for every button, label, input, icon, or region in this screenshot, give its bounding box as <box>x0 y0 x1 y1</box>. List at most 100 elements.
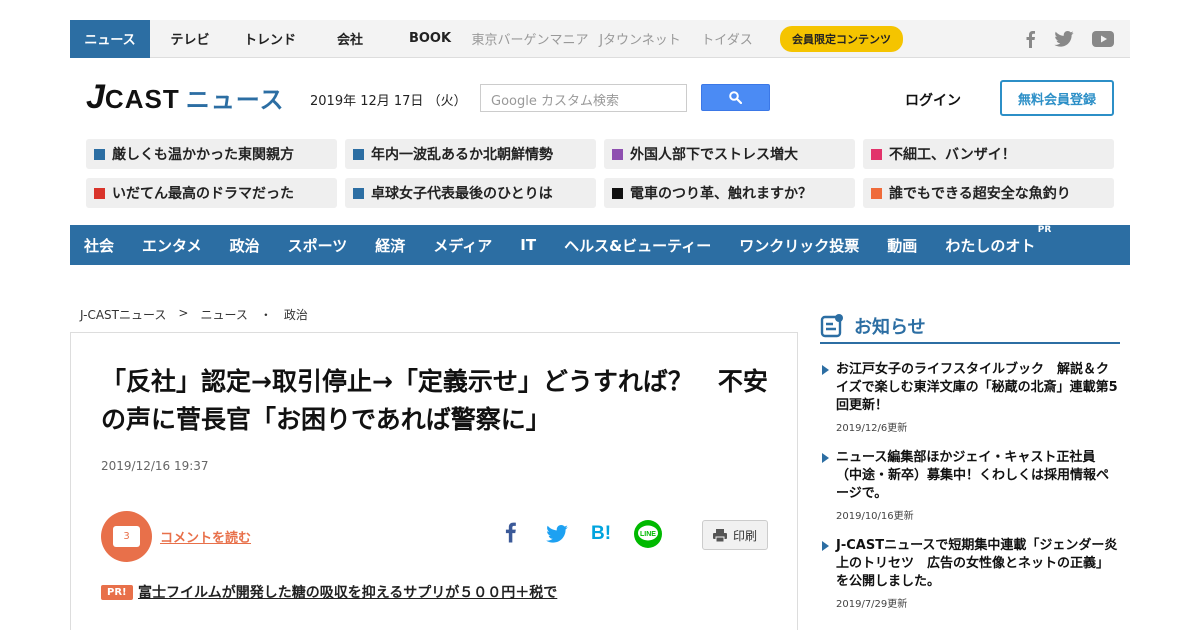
topic-label: 年内一波乱あるか北朝鮮情勢 <box>371 147 553 163</box>
article-headline: 「反社」認定→取引停止→「定義示せ」どうすれば？ 不安の声に菅長官「お困りであれ… <box>101 367 768 434</box>
topic-color-marker <box>94 187 105 199</box>
topic-item[interactable]: いだてん最高のドラマだった <box>86 178 337 208</box>
breadcrumb-separator: > <box>178 306 189 320</box>
arrow-icon <box>822 453 829 463</box>
topic-item[interactable]: 誰でもできる超安全な魚釣り <box>863 178 1114 208</box>
article-date: 2019/12/16 19:37 <box>101 459 209 473</box>
logo-news: ニュース <box>185 86 285 114</box>
breadcrumb-separator: ・ <box>259 308 272 322</box>
member-content-badge[interactable]: 会員限定コンテンツ <box>780 25 903 52</box>
trending-topics: 厳しくも温かかった東関親方 年内一波乱あるか北朝鮮情勢 外国人部下でストレス増大… <box>86 139 1114 208</box>
login-link[interactable]: ログイン <box>905 90 961 110</box>
search-input[interactable]: Google カスタム検索 <box>480 84 687 112</box>
comment-count: 3 <box>113 526 140 547</box>
nav-jtown[interactable]: Jタウンネット <box>590 20 690 58</box>
category-watashi-no-oto[interactable]: わたしのオト PR <box>945 225 1051 256</box>
topic-color-marker <box>871 187 882 199</box>
notice-item[interactable]: ニュース編集部ほかジェイ・キャスト正社員（中途・新卒）募集中！くわしくは採用情報… <box>820 449 1120 522</box>
social-links <box>1024 30 1114 48</box>
topic-color-marker <box>353 148 364 160</box>
notice-item[interactable]: J-CASTニュースで短期集中連載「ジェンダー炎上のトリセツ 広告の女性像とネッ… <box>820 537 1120 610</box>
category-entame[interactable]: エンタメ <box>142 235 202 256</box>
category-economy[interactable]: 経済 <box>375 235 405 256</box>
nav-toidas[interactable]: トイダス <box>690 20 764 58</box>
category-label: わたしのオト <box>945 236 1036 255</box>
category-it[interactable]: IT <box>520 236 536 254</box>
topic-item[interactable]: 厳しくも温かかった東関親方 <box>86 139 337 169</box>
search-button[interactable] <box>701 84 770 111</box>
printer-icon <box>712 528 727 542</box>
logo-cast: CAST <box>104 84 180 114</box>
comment-button[interactable]: 3 <box>101 511 152 562</box>
current-date: 2019年 12月 17日 （火） <box>310 94 467 109</box>
search-icon <box>729 91 742 104</box>
topic-item[interactable]: 不細工、バンザイ！ <box>863 139 1114 169</box>
category-video[interactable]: 動画 <box>887 235 917 256</box>
nav-company[interactable]: 会社 <box>310 20 390 58</box>
print-label: 印刷 <box>732 528 757 543</box>
topic-item[interactable]: 年内一波乱あるか北朝鮮情勢 <box>345 139 596 169</box>
twitter-share-icon[interactable] <box>546 525 568 543</box>
logo-j: J <box>86 78 105 116</box>
nav-news[interactable]: ニュース <box>70 19 150 58</box>
topic-item[interactable]: 電車のつり革、触れますか？ <box>604 178 855 208</box>
category-politics[interactable]: 政治 <box>230 235 260 256</box>
topic-color-marker <box>94 148 105 160</box>
youtube-icon[interactable] <box>1092 30 1114 47</box>
register-button[interactable]: 無料会員登録 <box>1000 80 1114 116</box>
breadcrumb: J-CASTニュース > ニュース ・ 政治 <box>80 306 308 323</box>
hatena-bookmark-icon[interactable]: B! <box>591 522 613 542</box>
svg-text:LINE: LINE <box>640 531 656 538</box>
notice-title: お知らせ <box>854 317 926 338</box>
print-button[interactable]: 印刷 <box>702 520 768 550</box>
topic-item[interactable]: 外国人部下でストレス増大 <box>604 139 855 169</box>
notice-text: ニュース編集部ほかジェイ・キャスト正社員（中途・新卒）募集中！くわしくは採用情報… <box>836 450 1110 501</box>
topic-label: 卓球女子代表最後のひとりは <box>371 186 553 202</box>
nav-tv[interactable]: テレビ <box>150 20 230 58</box>
category-nav: 社会 エンタメ 政治 スポーツ 経済 メディア IT ヘルス&ビューティー ワン… <box>70 225 1130 265</box>
line-share-icon[interactable]: LINE <box>633 519 663 549</box>
pr-marker: PR <box>1037 224 1052 235</box>
pr-ad-link[interactable]: 富士フイルムが開発した糖の吸収を抑えるサプリが５００円＋税で <box>138 582 557 602</box>
notice-date: 2019/7/29更新 <box>836 599 908 610</box>
category-health-beauty[interactable]: ヘルス&ビューティー <box>564 235 711 256</box>
nav-book[interactable]: BOOK <box>390 20 470 58</box>
topic-label: 外国人部下でストレス増大 <box>630 147 798 163</box>
category-one-click-vote[interactable]: ワンクリック投票 <box>739 235 859 256</box>
arrow-icon <box>822 541 829 551</box>
breadcrumb-news[interactable]: ニュース <box>200 306 247 323</box>
topic-color-marker <box>612 148 623 160</box>
topic-label: 誰でもできる超安全な魚釣り <box>889 186 1071 202</box>
topic-label: 電車のつり革、触れますか？ <box>630 186 812 202</box>
category-society[interactable]: 社会 <box>84 235 114 256</box>
breadcrumb-home[interactable]: J-CASTニュース <box>80 306 166 323</box>
topic-color-marker <box>353 187 364 199</box>
category-media[interactable]: メディア <box>433 235 492 256</box>
notice-icon <box>820 314 843 338</box>
svg-text:B!: B! <box>591 523 611 542</box>
topic-color-marker <box>871 148 882 160</box>
read-comments-link[interactable]: コメントを読む <box>160 527 251 546</box>
notice-date: 2019/10/16更新 <box>836 511 914 522</box>
topic-color-marker <box>612 187 623 199</box>
notice-header: お知らせ <box>820 310 1120 344</box>
site-logo[interactable]: J CAST ニュース <box>86 78 285 117</box>
notice-text: お江戸女子のライフスタイルブック 解説＆クイズで楽しむ東洋文庫の「秘蔵の北斎」連… <box>836 362 1118 413</box>
topic-item[interactable]: 卓球女子代表最後のひとりは <box>345 178 596 208</box>
article-card: 「反社」認定→取引停止→「定義示せ」どうすれば？ 不安の声に菅長官「お困りであれ… <box>70 332 798 630</box>
facebook-icon[interactable] <box>1024 30 1036 48</box>
notice-text: J-CASTニュースで短期集中連載「ジェンダー炎上のトリセツ 広告の女性像とネッ… <box>836 538 1118 589</box>
arrow-icon <box>822 365 829 375</box>
top-nav: ニュース テレビ トレンド 会社 BOOK 東京バーゲンマニア Jタウンネット … <box>70 19 1130 58</box>
twitter-icon[interactable] <box>1054 30 1074 47</box>
facebook-share-icon[interactable] <box>503 521 517 543</box>
topic-label: いだてん最高のドラマだった <box>112 186 294 202</box>
category-sports[interactable]: スポーツ <box>288 235 348 256</box>
topic-label: 不細工、バンザイ！ <box>889 147 1016 163</box>
pr-badge: PR! <box>101 585 133 600</box>
notice-item[interactable]: お江戸女子のライフスタイルブック 解説＆クイズで楽しむ東洋文庫の「秘蔵の北斎」連… <box>820 361 1120 434</box>
nav-tokyo-bargain[interactable]: 東京バーゲンマニア <box>470 20 590 58</box>
notice-date: 2019/12/6更新 <box>836 423 908 434</box>
breadcrumb-politics[interactable]: 政治 <box>284 306 308 323</box>
nav-trend[interactable]: トレンド <box>230 20 310 58</box>
